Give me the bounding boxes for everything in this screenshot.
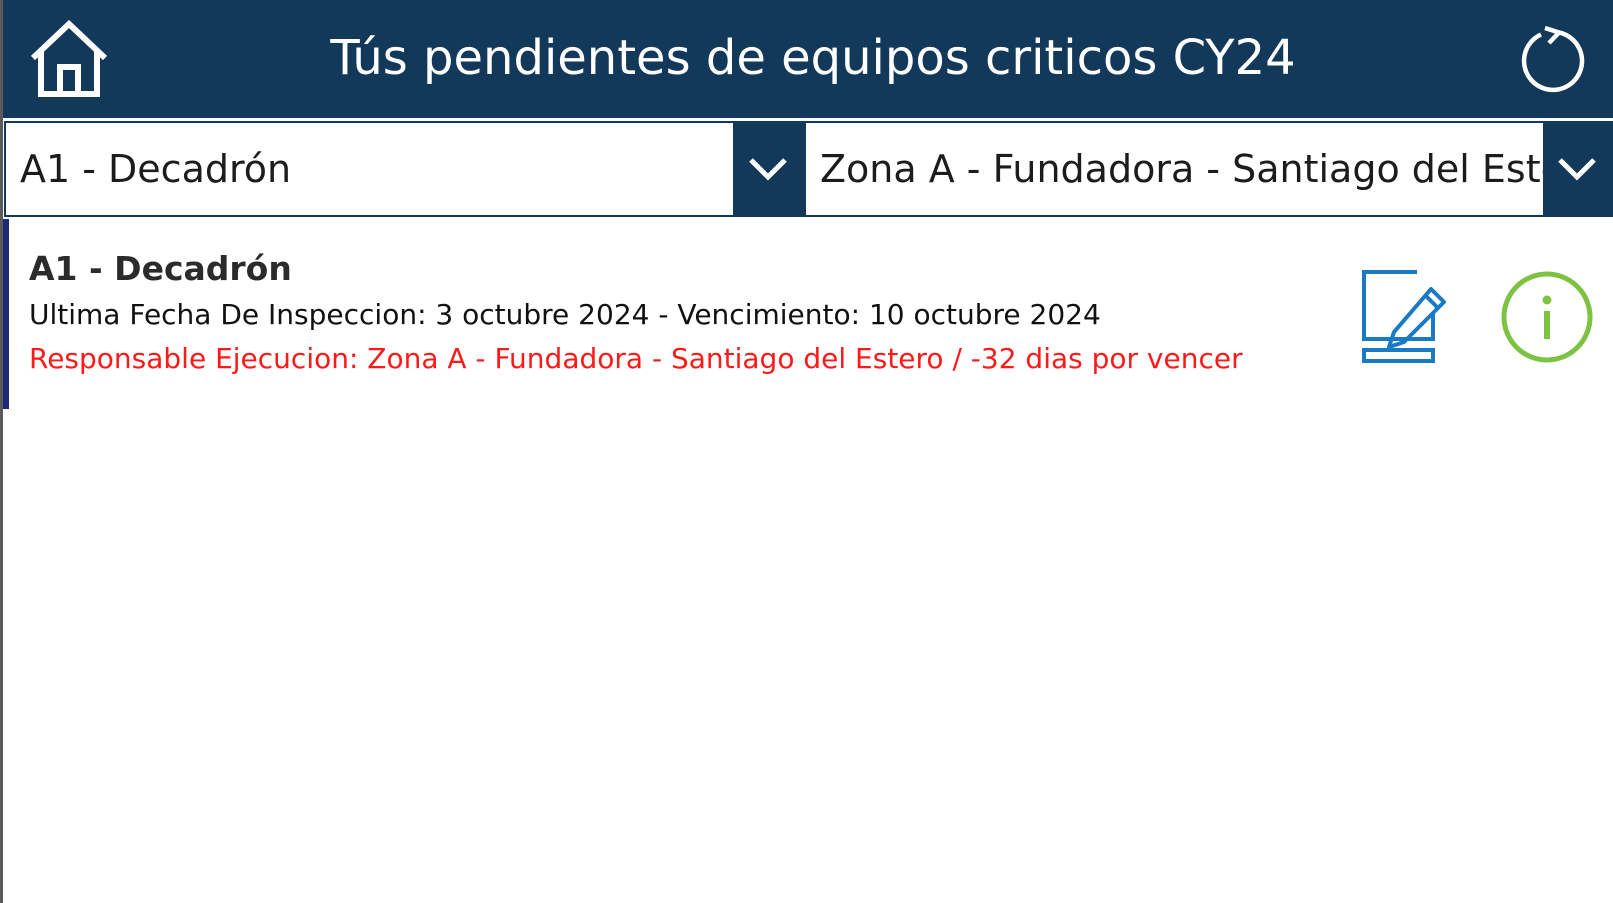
equipment-dropdown-toggle[interactable] (733, 123, 803, 215)
zone-dropdown-toggle[interactable] (1543, 123, 1611, 215)
page-title: Tús pendientes de equipos criticos CY24 (330, 30, 1296, 86)
item-responsable-status: Responsable Ejecucion: Zona A - Fundador… (29, 342, 1243, 375)
header-bar: Tús pendientes de equipos criticos CY24 (3, 0, 1613, 118)
list-item[interactable]: A1 - Decadrón Ultima Fecha De Inspeccion… (3, 219, 1613, 409)
home-button[interactable] (27, 18, 111, 100)
item-title: A1 - Decadrón (29, 249, 292, 288)
info-button[interactable] (1499, 269, 1595, 365)
zone-dropdown[interactable]: Zona A - Fundadora - Santiago del Estero (804, 121, 1613, 217)
edit-icon (1362, 270, 1446, 363)
zone-dropdown-value: Zona A - Fundadora - Santiago del Estero (820, 147, 1543, 191)
chevron-down-icon (1558, 158, 1596, 181)
app-screen: Tús pendientes de equipos criticos CY24 … (0, 0, 1613, 903)
edit-button[interactable] (1359, 267, 1449, 367)
chevron-down-icon (749, 158, 787, 181)
home-icon (30, 19, 108, 97)
equipment-dropdown[interactable]: A1 - Decadrón (4, 121, 805, 217)
item-dates: Ultima Fecha De Inspeccion: 3 octubre 20… (29, 298, 1101, 331)
equipment-dropdown-value: A1 - Decadrón (20, 147, 292, 191)
refresh-icon (1521, 25, 1585, 93)
refresh-button[interactable] (1519, 25, 1587, 94)
info-icon (1501, 271, 1593, 363)
